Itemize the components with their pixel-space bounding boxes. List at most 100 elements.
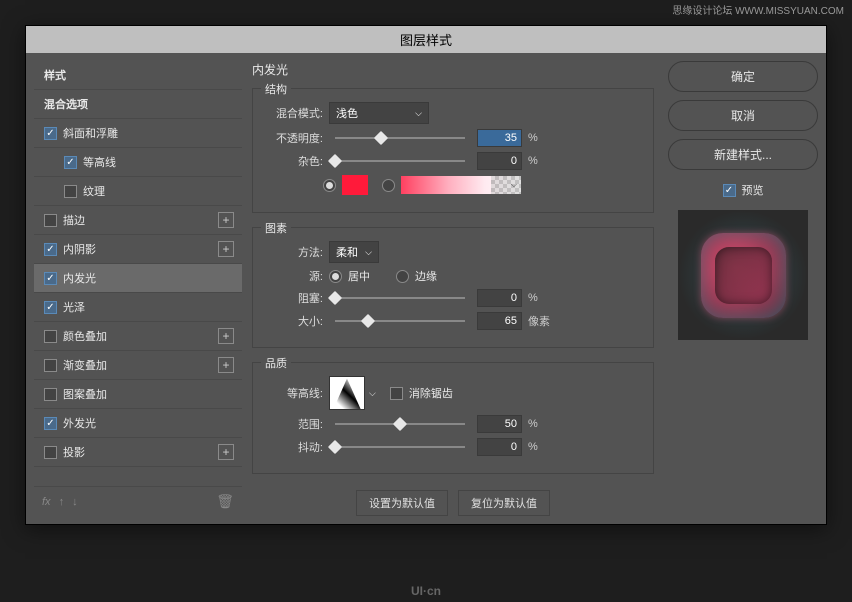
arrow-down-icon[interactable]: ↓ [72, 496, 78, 508]
opacity-input[interactable]: 35 [477, 129, 522, 147]
fx-label[interactable]: fx [42, 496, 51, 508]
cancel-button[interactable]: 取消 [668, 100, 818, 131]
source-center-label: 居中 [348, 268, 370, 284]
checkbox-icon[interactable] [44, 127, 57, 140]
add-icon[interactable]: + [218, 241, 234, 257]
jitter-slider[interactable] [335, 446, 465, 448]
gradient-swatch[interactable]: ⌵ [401, 176, 521, 194]
range-input[interactable]: 50 [477, 415, 522, 433]
select-value: 浅色 [336, 105, 358, 121]
choke-slider[interactable] [335, 297, 465, 299]
add-icon[interactable]: + [218, 357, 234, 373]
add-icon[interactable]: + [218, 444, 234, 460]
new-style-button[interactable]: 新建样式... [668, 139, 818, 170]
contour-label: 等高线: [263, 385, 323, 401]
quality-section: 品质 等高线: ⌵ 消除锯齿 范围: 50 % [252, 362, 654, 474]
checkbox-icon[interactable] [44, 417, 57, 430]
noise-label: 杂色: [263, 153, 323, 169]
trash-icon[interactable]: 🗑 [216, 493, 234, 510]
jitter-input[interactable]: 0 [477, 438, 522, 456]
checkbox-icon[interactable] [44, 301, 57, 314]
blend-mode-label: 混合模式: [263, 105, 323, 121]
sidebar-item-drop-shadow[interactable]: 投影 + [34, 438, 242, 467]
sidebar-footer: fx ↑ ↓ 🗑 [34, 486, 242, 516]
technique-select[interactable]: 柔和 ⌵ [329, 241, 379, 263]
sidebar-item-label: 外发光 [63, 415, 96, 431]
sidebar-item-stroke[interactable]: 描边 + [34, 206, 242, 235]
sidebar-item-satin[interactable]: 光泽 [34, 293, 242, 322]
checkbox-icon[interactable] [44, 388, 57, 401]
sidebar-item-inner-glow[interactable]: 内发光 [34, 264, 242, 293]
sidebar-item-outer-glow[interactable]: 外发光 [34, 409, 242, 438]
size-slider[interactable] [335, 320, 465, 322]
noise-input[interactable]: 0 [477, 152, 522, 170]
ok-button[interactable]: 确定 [668, 61, 818, 92]
sidebar-item-label: 等高线 [83, 154, 116, 170]
antialias-label: 消除锯齿 [409, 385, 453, 401]
section-title: 图素 [261, 220, 291, 236]
sidebar-item-label: 内发光 [63, 270, 96, 286]
checkbox-icon[interactable] [64, 185, 77, 198]
jitter-label: 抖动: [263, 439, 323, 455]
checkbox-icon[interactable] [44, 330, 57, 343]
arrow-up-icon[interactable]: ↑ [59, 496, 65, 508]
sidebar-item-inner-shadow[interactable]: 内阴影 + [34, 235, 242, 264]
gradient-radio[interactable] [382, 179, 395, 192]
select-value: 柔和 [336, 244, 358, 260]
blend-mode-select[interactable]: 浅色 ⌵ [329, 102, 429, 124]
chevron-down-icon[interactable]: ⌵ [369, 388, 376, 399]
layer-style-dialog: 图层样式 样式 混合选项 斜面和浮雕 等高线 纹理 [25, 25, 827, 525]
add-icon[interactable]: + [218, 328, 234, 344]
opacity-slider[interactable] [335, 137, 465, 139]
add-icon[interactable]: + [218, 212, 234, 228]
choke-input[interactable]: 0 [477, 289, 522, 307]
sidebar-item-contour[interactable]: 等高线 [34, 148, 242, 177]
sidebar-item-label: 光泽 [63, 299, 85, 315]
sidebar-item-label: 描边 [63, 212, 85, 228]
sidebar-header-blend[interactable]: 混合选项 [34, 90, 242, 119]
elements-section: 图素 方法: 柔和 ⌵ 源: 居中 边缘 [252, 227, 654, 348]
sidebar-item-texture[interactable]: 纹理 [34, 177, 242, 206]
unit-label: % [528, 132, 558, 144]
sidebar-item-color-overlay[interactable]: 颜色叠加 + [34, 322, 242, 351]
source-edge-radio[interactable] [396, 270, 409, 283]
color-swatch[interactable] [342, 175, 368, 195]
main-panel: 内发光 结构 混合模式: 浅色 ⌵ 不透明度: 35 % [252, 61, 658, 516]
sidebar-item-label: 斜面和浮雕 [63, 125, 118, 141]
range-slider[interactable] [335, 423, 465, 425]
preview-checkbox[interactable] [723, 184, 736, 197]
section-title: 品质 [261, 355, 291, 371]
checkbox-icon[interactable] [64, 156, 77, 169]
color-radio[interactable] [323, 179, 336, 192]
sidebar-item-bevel[interactable]: 斜面和浮雕 [34, 119, 242, 148]
sidebar-item-pattern-overlay[interactable]: 图案叠加 [34, 380, 242, 409]
chevron-down-icon: ⌵ [365, 247, 372, 258]
preview-label: 预览 [742, 182, 764, 198]
sidebar-item-label: 投影 [63, 444, 85, 460]
unit-label: % [528, 418, 558, 430]
preview-thumbnail [678, 210, 808, 340]
checkbox-icon[interactable] [44, 272, 57, 285]
checkbox-icon[interactable] [44, 243, 57, 256]
set-default-button[interactable]: 设置为默认值 [356, 490, 448, 516]
unit-label: % [528, 155, 558, 167]
noise-slider[interactable] [335, 160, 465, 162]
checkbox-icon[interactable] [44, 446, 57, 459]
reset-default-button[interactable]: 复位为默认值 [458, 490, 550, 516]
chevron-down-icon: ⌵ [415, 108, 422, 119]
sidebar-item-label: 纹理 [83, 183, 105, 199]
sidebar-item-gradient-overlay[interactable]: 渐变叠加 + [34, 351, 242, 380]
source-center-radio[interactable] [329, 270, 342, 283]
sidebar-item-label: 颜色叠加 [63, 328, 107, 344]
contour-picker[interactable] [329, 376, 365, 410]
unit-label: % [528, 441, 558, 453]
panel-title: 内发光 [252, 61, 654, 78]
checkbox-icon[interactable] [44, 214, 57, 227]
sidebar-item-label: 内阴影 [63, 241, 96, 257]
antialias-checkbox[interactable] [390, 387, 403, 400]
size-label: 大小: [263, 313, 323, 329]
sidebar-header-styles[interactable]: 样式 [34, 61, 242, 90]
size-input[interactable]: 65 [477, 312, 522, 330]
checkbox-icon[interactable] [44, 359, 57, 372]
chevron-down-icon: ⌵ [511, 180, 517, 190]
